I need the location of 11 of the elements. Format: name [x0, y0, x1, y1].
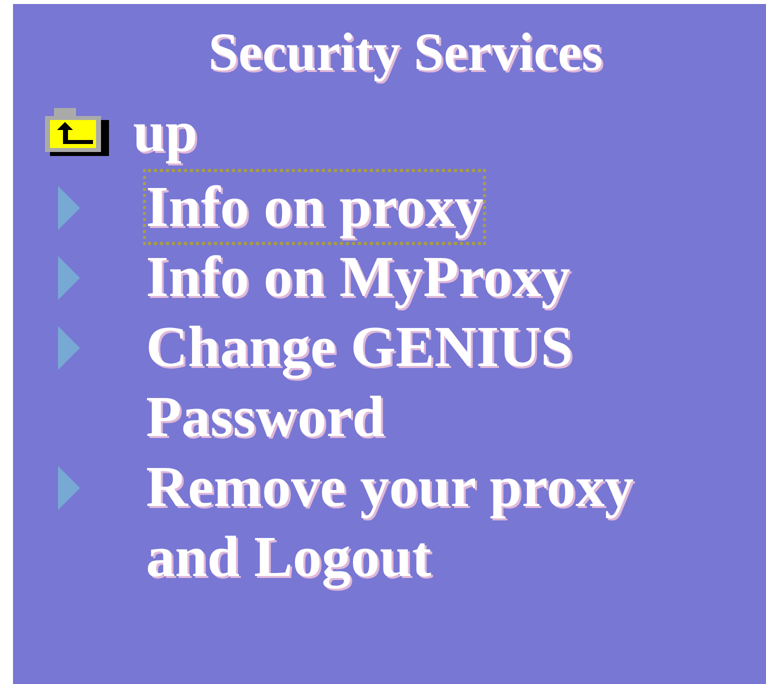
folder-up-icon[interactable] — [45, 108, 109, 156]
bullet-arrow-icon — [58, 186, 80, 230]
bullet-arrow-icon — [58, 466, 80, 510]
bullet-arrow-icon — [58, 326, 80, 370]
menu-link[interactable]: Info on MyProxy — [146, 242, 570, 312]
up-link[interactable]: up — [133, 97, 198, 167]
menu-link[interactable]: Info on proxy — [146, 172, 484, 242]
menu-link[interactable]: Change GENIUS Password — [146, 312, 726, 452]
bullet-arrow-icon — [58, 256, 80, 300]
menu-link[interactable]: Remove your proxy and Logout — [146, 452, 726, 592]
menu-title: Security Services — [207, 21, 604, 84]
